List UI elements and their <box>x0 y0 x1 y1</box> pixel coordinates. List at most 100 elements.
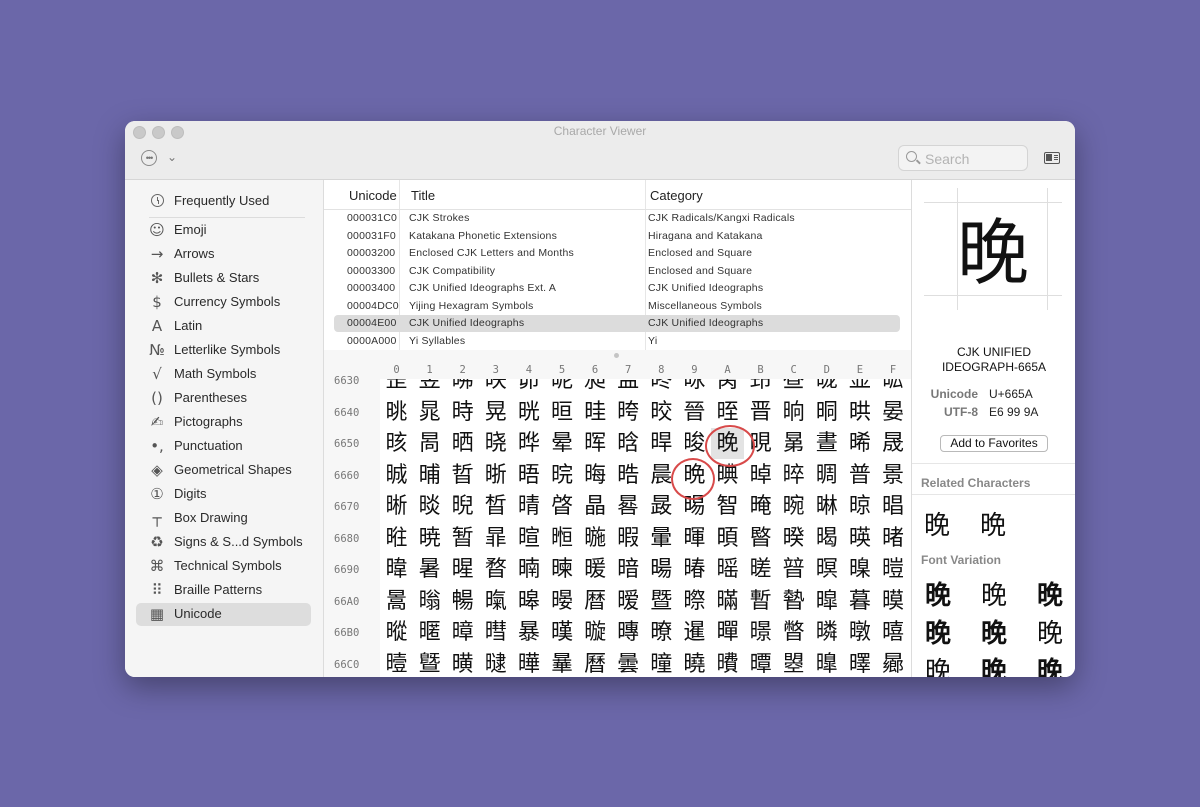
glyph-cell[interactable]: 暂 <box>446 523 479 554</box>
glyph-cell[interactable]: 暩 <box>678 586 711 617</box>
glyph-cell[interactable]: 晭 <box>810 460 843 491</box>
glyph-cell[interactable]: 晆 <box>579 397 612 428</box>
font-variation-char[interactable]: 晚 <box>1030 575 1070 612</box>
glyph-cell[interactable]: 晕 <box>546 428 579 459</box>
glyph-cell[interactable]: 暹 <box>678 617 711 648</box>
glyph-cell[interactable]: 暨 <box>645 586 678 617</box>
glyph-cell[interactable]: 晚 <box>711 428 744 459</box>
glyph-cell[interactable]: 暉 <box>678 523 711 554</box>
font-variation-char[interactable]: 晚 <box>1030 651 1070 677</box>
table-row[interactable]: 00004DC0 Yijing Hexagram Symbols Miscellan… <box>334 298 900 315</box>
glyph-cell[interactable]: 晼 <box>777 491 810 522</box>
glyph-cell[interactable]: 曈 <box>645 649 678 678</box>
glyph-cell[interactable]: 晒 <box>446 428 479 459</box>
glyph-cell[interactable]: 暍 <box>810 523 843 554</box>
glyph-cell[interactable]: 暢 <box>446 586 479 617</box>
glyph-cell[interactable]: 昸 <box>645 379 678 396</box>
glyph-cell[interactable]: 暶 <box>579 617 612 648</box>
glyph-cell[interactable]: 晴 <box>512 491 545 522</box>
glyph-cell[interactable]: 暮 <box>843 586 876 617</box>
sidebar-item-punctuation[interactable]: •, Punctuation <box>136 435 311 458</box>
column-header-category[interactable]: Category <box>650 188 703 203</box>
glyph-cell[interactable]: 智 <box>711 491 744 522</box>
glyph-cell[interactable]: 晤 <box>512 460 545 491</box>
glyph-cell[interactable]: 昱 <box>413 379 446 396</box>
glyph-cell[interactable]: 晣 <box>479 460 512 491</box>
font-variation-char[interactable]: 晚 <box>918 575 958 612</box>
split-handle[interactable] <box>614 353 619 358</box>
sidebar-item-latin[interactable]: A Latin <box>136 315 311 338</box>
glyph-cell[interactable]: 暓 <box>479 554 512 585</box>
sidebar-item-currency-symbols[interactable]: $ Currency Symbols <box>136 291 311 314</box>
glyph-cell[interactable]: 晊 <box>711 397 744 428</box>
glyph-cell[interactable]: 暰 <box>380 617 413 648</box>
table-row[interactable]: 000031C0 CJK Strokes CJK Radicals/Kangxi R… <box>334 210 900 227</box>
glyph-cell[interactable]: 暃 <box>479 523 512 554</box>
glyph-cell[interactable]: 暾 <box>843 617 876 648</box>
glyph-cell[interactable]: 暒 <box>446 554 479 585</box>
glyph-cell[interactable]: 晨 <box>645 460 678 491</box>
glyph-cell[interactable]: 景 <box>877 460 910 491</box>
glyph-cell[interactable]: 晌 <box>777 397 810 428</box>
glyph-cell[interactable]: 暻 <box>744 617 777 648</box>
sidebar-item-frequently-used[interactable]: Frequently Used <box>136 190 311 213</box>
glyph-cell[interactable]: 暠 <box>380 586 413 617</box>
font-variation-char[interactable]: 晚 <box>918 613 958 650</box>
glyph-cell[interactable]: 晇 <box>612 397 645 428</box>
glyph-cell[interactable]: 曎 <box>843 649 876 678</box>
glyph-cell[interactable]: 昼 <box>777 379 810 396</box>
glyph-cell[interactable]: 暟 <box>877 554 910 585</box>
glyph-cell[interactable]: 昳 <box>479 379 512 396</box>
glyph-cell[interactable]: 晢 <box>446 460 479 491</box>
glyph-cell[interactable]: 暽 <box>810 617 843 648</box>
glyph-cell[interactable]: 晳 <box>479 491 512 522</box>
glyph-cell[interactable]: 晜 <box>777 428 810 459</box>
glyph-cell[interactable]: 暱 <box>413 617 446 648</box>
glyph-cell[interactable]: 暁 <box>413 523 446 554</box>
glyph-cell[interactable]: 晷 <box>612 491 645 522</box>
glyph-cell[interactable]: 曄 <box>512 649 545 678</box>
glyph-cell[interactable]: 暼 <box>777 617 810 648</box>
glyph-cell[interactable]: 暔 <box>512 554 545 585</box>
glyph-cell[interactable]: 暿 <box>877 617 910 648</box>
glyph-cell[interactable]: 暚 <box>711 554 744 585</box>
glyph-cell[interactable]: 暜 <box>777 554 810 585</box>
font-variation-char[interactable]: 晚 <box>1030 613 1070 650</box>
glyph-cell[interactable]: 晋 <box>744 397 777 428</box>
table-row[interactable]: 0000A000 Yi Syllables Yi <box>334 333 900 350</box>
glyph-cell[interactable]: 暧 <box>612 586 645 617</box>
glyph-cell[interactable]: 晗 <box>612 428 645 459</box>
glyph-cell[interactable]: 晹 <box>678 491 711 522</box>
glyph-cell[interactable]: 暸 <box>645 617 678 648</box>
glyph-cell[interactable]: 暇 <box>612 523 645 554</box>
glyph-cell[interactable]: 暑 <box>413 554 446 585</box>
glyph-cell[interactable]: 曊 <box>711 649 744 678</box>
ellipsis-circle-icon[interactable]: ••• <box>141 150 157 166</box>
sidebar-item-signs-s-d-symbols[interactable]: ♻ Signs & S...d Symbols <box>136 531 311 554</box>
table-row[interactable]: 000031F0 Katakana Phonetic Extensions Hira… <box>334 228 900 245</box>
glyph-cell[interactable]: 晓 <box>479 428 512 459</box>
glyph-cell[interactable]: 暘 <box>645 554 678 585</box>
glyph-cell[interactable]: 曅 <box>546 649 579 678</box>
sidebar-item-digits[interactable]: ① Digits <box>136 483 311 506</box>
glyph-cell[interactable]: 暀 <box>380 523 413 554</box>
glyph-cell[interactable]: 暡 <box>413 586 446 617</box>
sidebar-item-math-symbols[interactable]: √ Math Symbols <box>136 363 311 386</box>
glyph-cell[interactable]: 暝 <box>810 554 843 585</box>
glyph-cell[interactable]: 暯 <box>877 586 910 617</box>
glyph-cell[interactable]: 晩 <box>678 460 711 491</box>
glyph-cell[interactable]: 暬 <box>777 586 810 617</box>
glyph-cell[interactable]: 晰 <box>380 491 413 522</box>
glyph-cell[interactable]: 暫 <box>744 586 777 617</box>
glyph-cell[interactable]: 暞 <box>843 554 876 585</box>
glyph-cell[interactable]: 曁 <box>413 649 446 678</box>
glyph-cell[interactable]: 晦 <box>579 460 612 491</box>
glyph-cell[interactable]: 曌 <box>777 649 810 678</box>
sidebar-item-technical-symbols[interactable]: ⌘ Technical Symbols <box>136 555 311 578</box>
glyph-cell[interactable]: 晍 <box>810 397 843 428</box>
sidebar-item-parentheses[interactable]: () Parentheses <box>136 387 311 410</box>
glyph-cell[interactable]: 晱 <box>413 491 446 522</box>
glyph-cell[interactable]: 晁 <box>413 397 446 428</box>
sidebar-item-braille-patterns[interactable]: ⠿ Braille Patterns <box>136 579 311 602</box>
glyph-cell[interactable]: 晔 <box>512 428 545 459</box>
